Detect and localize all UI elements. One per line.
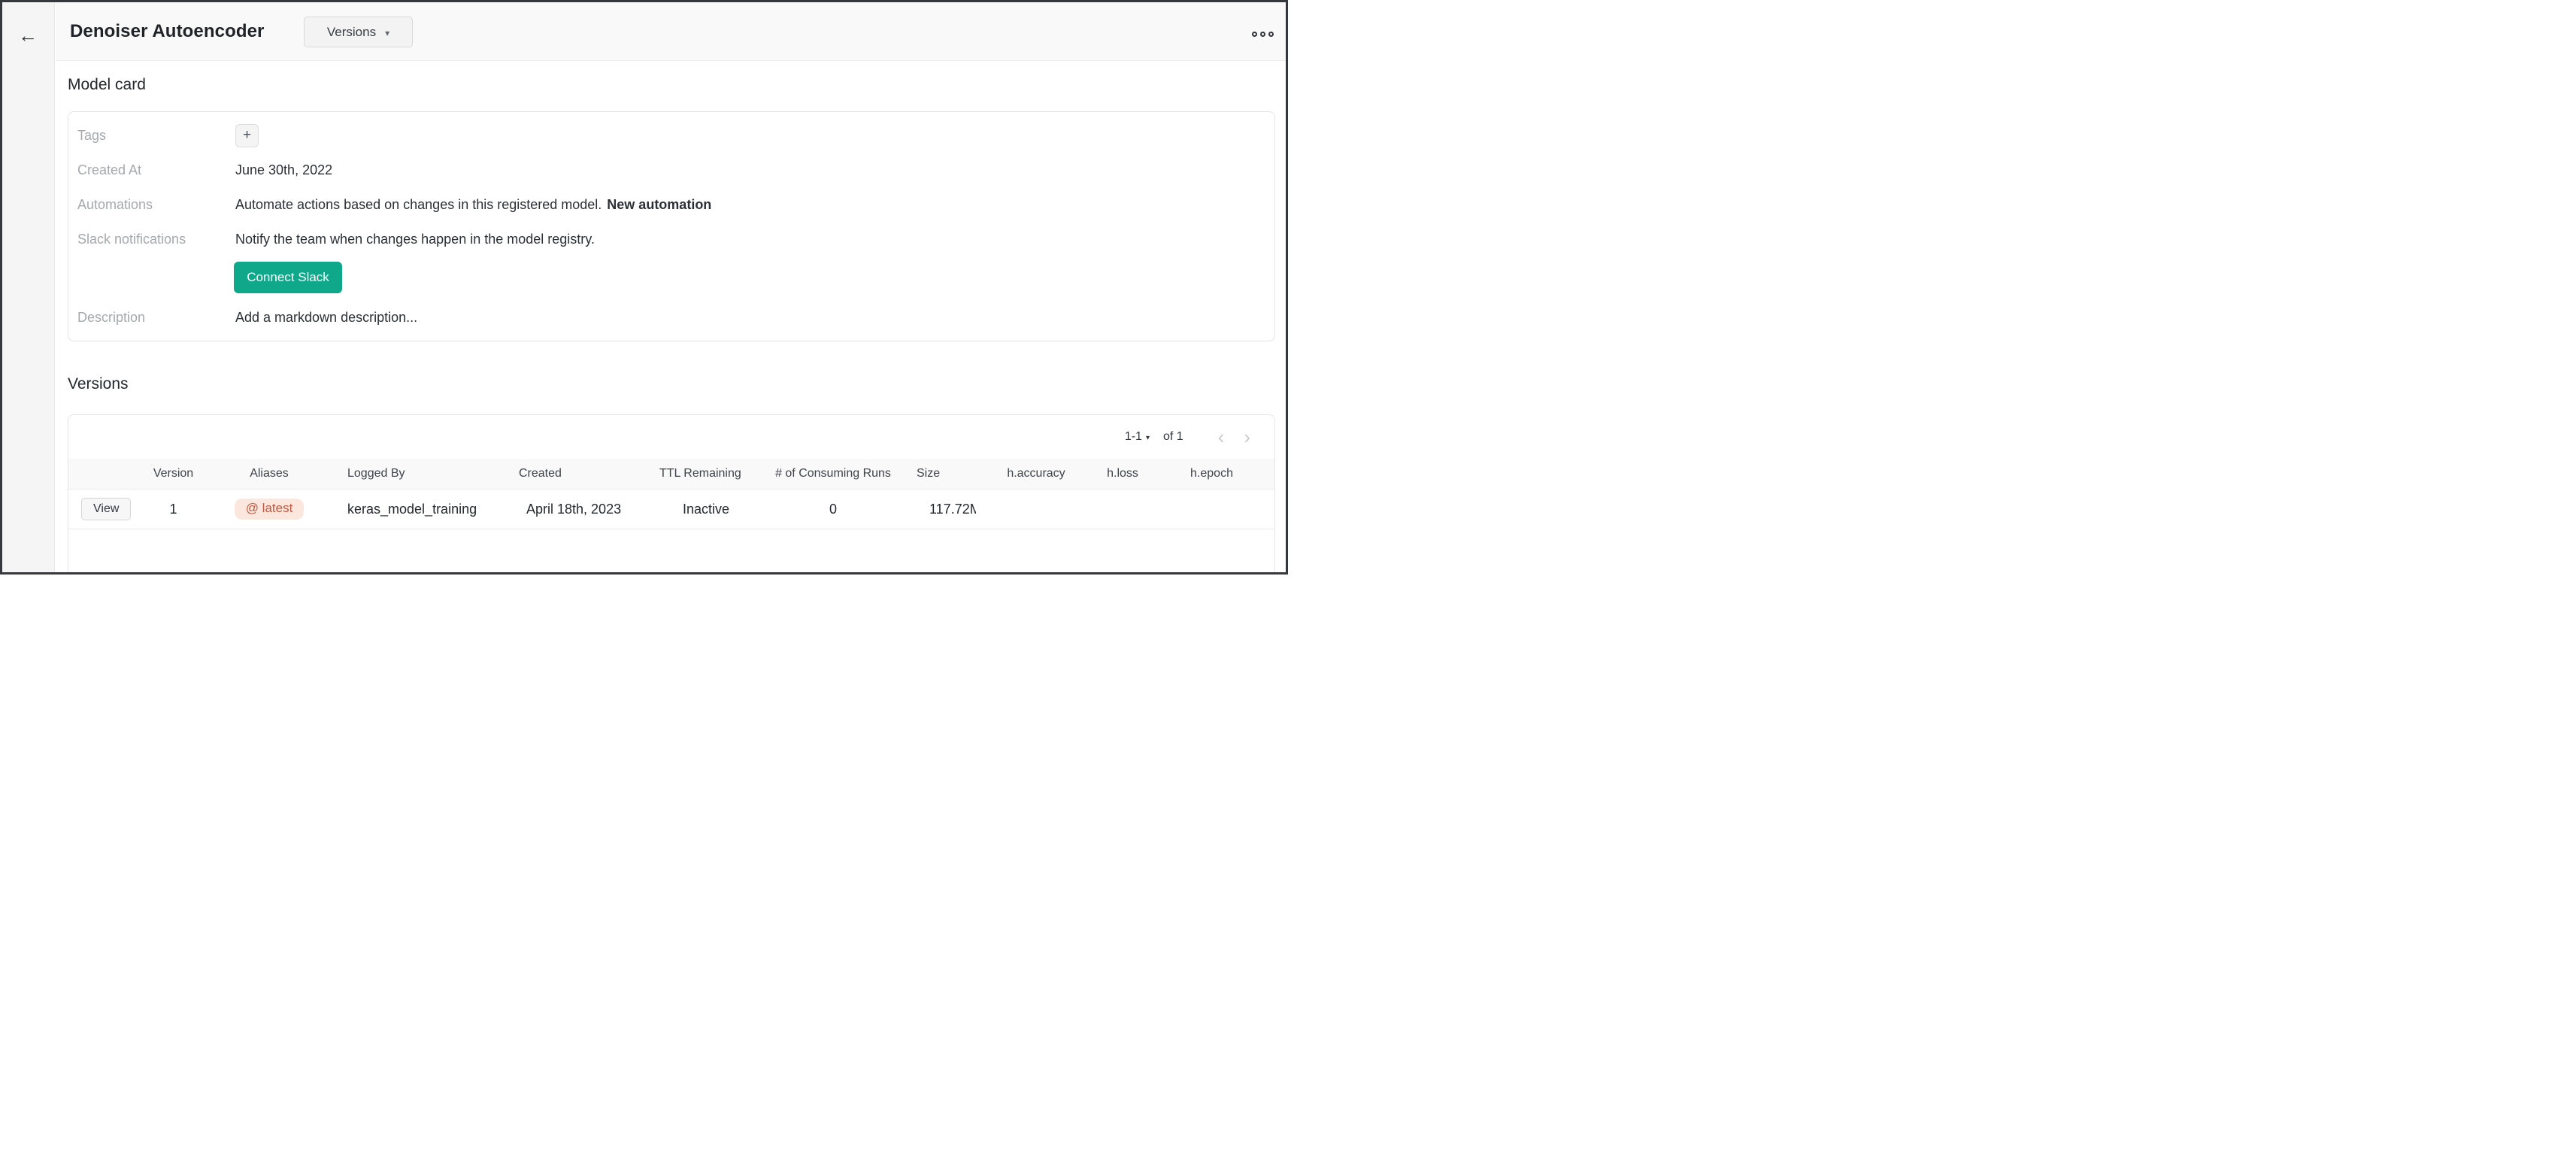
- aliases-cell: @ latest: [209, 499, 329, 520]
- page-title: Denoiser Autoencoder: [70, 2, 265, 61]
- view-button[interactable]: View: [81, 498, 131, 520]
- slack-notifications-text: Notify the team when changes happen in t…: [235, 232, 595, 247]
- description-label: Description: [68, 310, 235, 326]
- created-at-label: Created At: [68, 162, 235, 178]
- left-sidebar: ←: [2, 2, 55, 572]
- consuming-runs-cell: 0: [765, 502, 901, 517]
- slack-notifications-label: Slack notifications: [68, 232, 235, 247]
- col-header-h-epoch: h.epoch: [1149, 467, 1274, 481]
- col-header-created: Created: [495, 467, 641, 481]
- versions-dropdown-button[interactable]: Versions ▾: [304, 17, 413, 47]
- app-window: ← Denoiser Autoencoder Versions ▾ Model …: [0, 0, 1288, 574]
- col-header-ttl-remaining: TTL Remaining: [641, 467, 765, 481]
- ttl-remaining-cell: Inactive: [641, 502, 765, 517]
- dot-icon: [1268, 32, 1274, 37]
- created-at-value: June 30th, 2022: [235, 162, 332, 178]
- page-range-dropdown[interactable]: 1-1 ▾: [1125, 430, 1150, 444]
- table-row: View 1 @ latest keras_model_training Apr…: [68, 490, 1274, 529]
- model-card-panel: Tags + Created At June 30th, 2022 Automa…: [68, 111, 1275, 341]
- logged-by-cell: keras_model_training: [329, 502, 495, 517]
- description-placeholder[interactable]: Add a markdown description...: [235, 310, 417, 326]
- version-cell: 1: [138, 502, 209, 517]
- description-row: Description Add a markdown description..…: [68, 306, 1274, 329]
- dot-icon: [1260, 32, 1265, 37]
- overflow-menu-icon[interactable]: [1252, 32, 1274, 37]
- col-header-logged-by: Logged By: [329, 467, 495, 481]
- model-card-heading: Model card: [68, 76, 146, 94]
- view-cell: View: [68, 498, 138, 520]
- created-at-row: Created At June 30th, 2022: [68, 159, 1274, 181]
- versions-dropdown-label: Versions: [327, 25, 376, 40]
- latest-alias-badge: @ latest: [235, 499, 305, 520]
- page-range-label: 1-1: [1125, 430, 1142, 444]
- chevron-down-icon: ▾: [385, 27, 389, 38]
- page-of-label: of 1: [1163, 430, 1183, 444]
- size-cell: 117.72MB: [901, 502, 976, 517]
- col-header-size: Size: [901, 467, 976, 481]
- table-header-row: Version Aliases Logged By Created TTL Re…: [68, 459, 1274, 490]
- created-cell: April 18th, 2023: [495, 502, 641, 517]
- new-automation-link[interactable]: New automation: [607, 197, 711, 213]
- versions-table-panel: 1-1 ▾ of 1 ‹ › Version Aliases Logged By…: [68, 414, 1275, 574]
- slack-notifications-row: Slack notifications Notify the team when…: [68, 228, 1274, 250]
- prev-page-button[interactable]: ‹: [1218, 427, 1225, 447]
- col-header-h-accuracy: h.accuracy: [976, 467, 1096, 481]
- versions-heading: Versions: [68, 375, 129, 393]
- automations-row: Automations Automate actions based on ch…: [68, 193, 1274, 216]
- col-header-version: Version: [138, 467, 209, 481]
- caret-down-icon: ▾: [1146, 432, 1150, 442]
- pagination-bar: 1-1 ▾ of 1 ‹ ›: [68, 415, 1274, 459]
- col-header-consuming-runs: # of Consuming Runs: [765, 467, 901, 481]
- col-header-h-loss: h.loss: [1096, 467, 1149, 481]
- tags-label: Tags: [68, 128, 235, 144]
- automations-text: Automate actions based on changes in thi…: [235, 197, 602, 213]
- automations-label: Automations: [68, 197, 235, 213]
- add-tag-button[interactable]: +: [235, 124, 259, 147]
- tags-row: Tags +: [68, 121, 1274, 150]
- page-header: Denoiser Autoencoder Versions ▾: [56, 2, 1286, 61]
- dot-icon: [1252, 32, 1257, 37]
- next-page-button[interactable]: ›: [1244, 427, 1250, 447]
- connect-slack-button[interactable]: Connect Slack: [234, 262, 342, 293]
- back-arrow-icon[interactable]: ←: [16, 23, 40, 47]
- col-header-aliases: Aliases: [209, 467, 329, 481]
